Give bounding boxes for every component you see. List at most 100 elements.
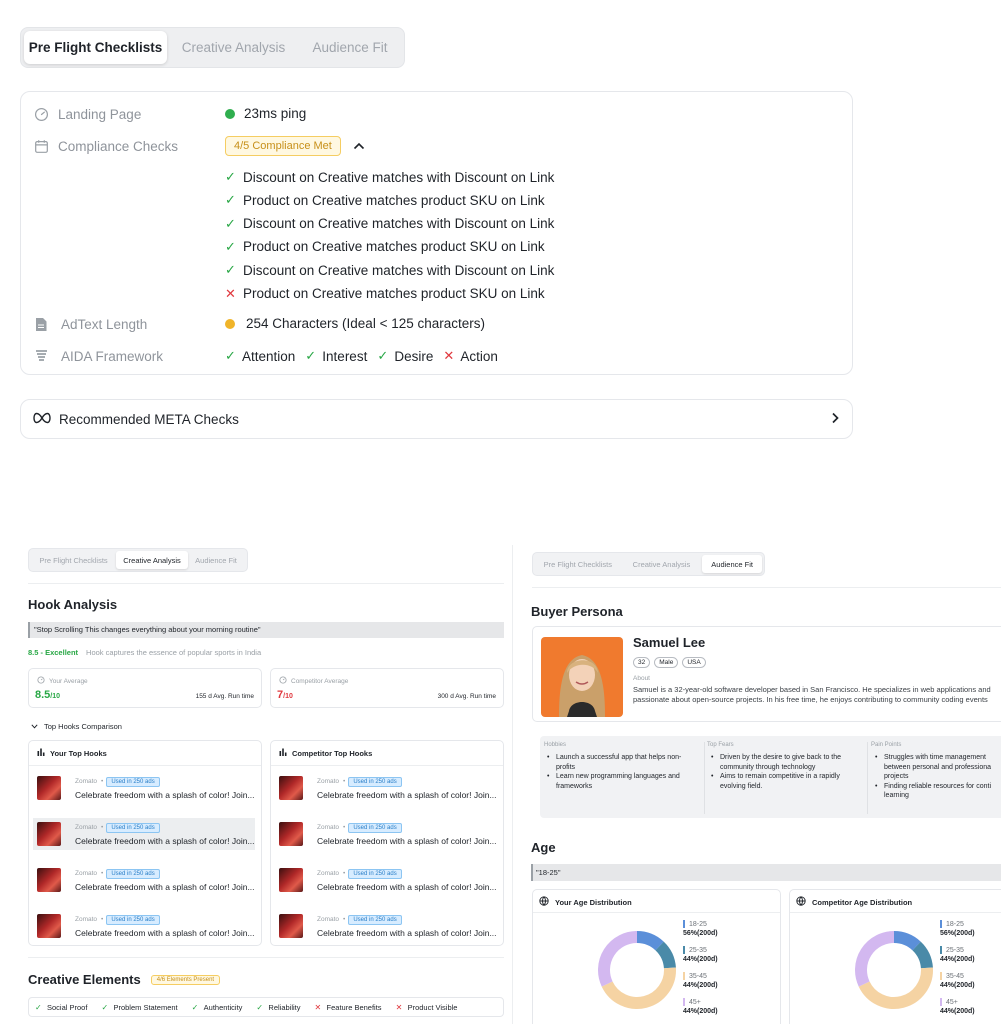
persona-list-text: projects	[884, 773, 909, 780]
creative-elements-title: Creative Elements	[28, 972, 141, 987]
donut-slice-35-45	[858, 967, 933, 1009]
persona-list-line: • Driven by the desire to give back to th…	[710, 753, 841, 763]
creative-element-item: ✓ Problem Statement	[101, 1003, 177, 1012]
your-top-hooks-header: Your Top Hooks	[37, 748, 107, 758]
legend-swatch	[683, 946, 685, 954]
legend-category: 18-25	[689, 920, 707, 928]
hook-list-item[interactable]: Zomato • Used in 250 ads Celebrate freedom…	[271, 818, 503, 850]
persona-about-label: About	[633, 675, 650, 682]
persona-list-text: Launch a successful app that helps non-	[556, 754, 682, 761]
compliance-item: ✓ Discount on Creative matches with Disco…	[225, 169, 554, 185]
persona-list-text: Driven by the desire to give back to the	[720, 754, 842, 761]
divider	[512, 545, 513, 1024]
hook-quote: "Stop Scrolling This changes everything …	[28, 622, 504, 638]
legend-name-row: 25-35	[683, 946, 718, 954]
mini-tab-audience-fit[interactable]: Audience Fit	[702, 555, 762, 573]
hook-score-desc: Hook captures the essence of popular spo…	[86, 648, 262, 657]
aida-item-text: Action	[460, 348, 498, 364]
mini-tab-pre-flight[interactable]: Pre Flight Checklists	[31, 551, 116, 569]
legend-value: 56%(200d)	[940, 930, 975, 937]
top-hooks-comparison-toggle[interactable]: Top Hooks Comparison	[31, 722, 122, 731]
aida-item: ✓ Attention	[225, 348, 295, 364]
mini-tab-pre-flight[interactable]: Pre Flight Checklists	[535, 555, 621, 573]
your-average-card: Your Average 8.5/10 155 d Avg. Run time	[28, 668, 262, 708]
hook-list-item[interactable]: Zomato • Used in 250 ads Celebrate freedom…	[271, 772, 503, 804]
hook-thumbnail	[279, 914, 303, 938]
creative-elements-badge: 4/6 Elements Present	[150, 974, 221, 985]
bullet-dot: •	[711, 754, 714, 761]
adtext-value: 254 Characters (Ideal < 125 characters)	[246, 316, 485, 331]
hook-list-item[interactable]: Zomato • Used in 250 ads Celebrate freedom…	[271, 864, 503, 896]
hook-list-item[interactable]: Zomato • Used in 250 ads Celebrate freedom…	[29, 864, 261, 896]
legend-category: 25-35	[946, 946, 964, 954]
chevron-right-icon[interactable]	[830, 409, 840, 429]
hobbies-list: • Launch a successful app that helps non-…	[546, 753, 681, 791]
competitor-top-hooks-card: Competitor Top Hooks Zomato • Used in 250…	[270, 740, 504, 946]
hook-text-block: Zomato • Used in 250 ads Celebrate freedom…	[317, 776, 497, 800]
check-icon: ✓	[225, 215, 236, 231]
persona-list-text: Aims to remain competitive in a rapidly	[720, 773, 840, 780]
hook-meta: Zomato • Used in 250 ads	[75, 868, 255, 879]
creative-elements-header: Creative Elements 4/6 Elements Present	[28, 972, 221, 987]
hook-list-item[interactable]: Zomato • Used in 250 ads Celebrate freedom…	[29, 910, 261, 942]
legend-swatch	[940, 946, 942, 954]
legend-item: 18-25 56%(200d)	[940, 920, 975, 937]
legend-value: 44%(200d)	[940, 1008, 975, 1015]
compliance-item: ✓ Discount on Creative matches with Disco…	[225, 262, 554, 278]
tab-pre-flight[interactable]: Pre Flight Checklists	[24, 31, 167, 64]
competitor-average-max: /10	[283, 693, 293, 700]
hook-meta: Zomato • Used in 250 ads	[75, 822, 255, 833]
age-selected: "18-25"	[531, 864, 1001, 881]
competitor-age-title: Competitor Age Distribution	[812, 897, 913, 907]
age-title: Age	[531, 840, 556, 855]
recommended-meta-checks[interactable]: Recommended META Checks	[20, 399, 853, 439]
bullet-dot: •	[547, 754, 550, 761]
legend-item: 35-45 44%(200d)	[683, 972, 718, 989]
hook-usage-tag: Used in 250 ads	[348, 776, 402, 787]
fears-list: • Driven by the desire to give back to th…	[710, 753, 841, 791]
hook-usage-tag: Used in 250 ads	[348, 822, 402, 833]
creative-element-text: Social Proof	[47, 1002, 88, 1012]
persona-list-text: frameworks	[556, 782, 593, 790]
aida-list: ✓ Attention ✓ Interest ✓ Desire ✕ Action	[225, 348, 508, 364]
competitor-age-distribution-card: Competitor Age Distribution 18-25 56%(200…	[789, 889, 1001, 1024]
mini-tab-creative-analysis[interactable]: Creative Analysis	[621, 555, 703, 573]
hook-list-item[interactable]: Zomato • Used in 250 ads Celebrate freedom…	[29, 772, 261, 804]
landing-page-value-row: 23ms ping	[225, 106, 306, 121]
hook-text-block: Zomato • Used in 250 ads Celebrate freedom…	[317, 868, 497, 892]
globe-icon	[796, 896, 806, 908]
legend-category: 45+	[689, 998, 701, 1006]
adtext-row-label: AdText Length	[33, 316, 147, 332]
compliance-label: Compliance Checks	[58, 138, 179, 154]
hook-list-item[interactable]: Zomato • Used in 250 ads Celebrate freedom…	[33, 818, 255, 850]
competitor-top-hooks-title: Competitor Top Hooks	[292, 748, 373, 758]
hook-text: Celebrate freedom with a splash of color…	[317, 881, 497, 892]
separator-dot: •	[343, 778, 346, 785]
persona-list-text: evolving field.	[720, 782, 763, 790]
hook-usage-tag: Used in 250 ads	[106, 914, 160, 925]
compliance-row-label: Compliance Checks	[33, 138, 178, 154]
check-icon: ✓	[256, 1002, 264, 1012]
separator-dot: •	[343, 824, 346, 831]
mini-tab-audience-fit[interactable]: Audience Fit	[188, 551, 244, 569]
check-icon: ✓	[225, 238, 236, 254]
divider	[29, 765, 261, 766]
chevron-up-icon[interactable]	[353, 139, 365, 154]
pains-label: Pain Points	[871, 742, 902, 748]
fears-label: Top Fears	[707, 742, 734, 748]
legend-name-row: 35-45	[683, 972, 718, 980]
creative-element-text: Reliability	[268, 1002, 301, 1012]
hook-usage-tag: Used in 250 ads	[348, 868, 402, 879]
hook-list-item[interactable]: Zomato • Used in 250 ads Celebrate freedom…	[271, 910, 503, 942]
adtext-label: AdText Length	[61, 316, 148, 332]
mini-tab-creative-analysis[interactable]: Creative Analysis	[116, 551, 188, 569]
persona-list-line: projects	[874, 772, 991, 782]
tab-creative-analysis[interactable]: Creative Analysis	[167, 31, 300, 64]
hook-meta: Zomato • Used in 250 ads	[75, 776, 255, 787]
tab-audience-fit[interactable]: Audience Fit	[300, 31, 400, 64]
cross-icon: ✕	[314, 1002, 322, 1012]
hook-thumbnail	[37, 776, 61, 800]
legend-name-row: 18-25	[683, 920, 718, 928]
hook-brand: Zomato	[75, 870, 98, 877]
legend-item: 35-45 44%(200d)	[940, 972, 975, 989]
